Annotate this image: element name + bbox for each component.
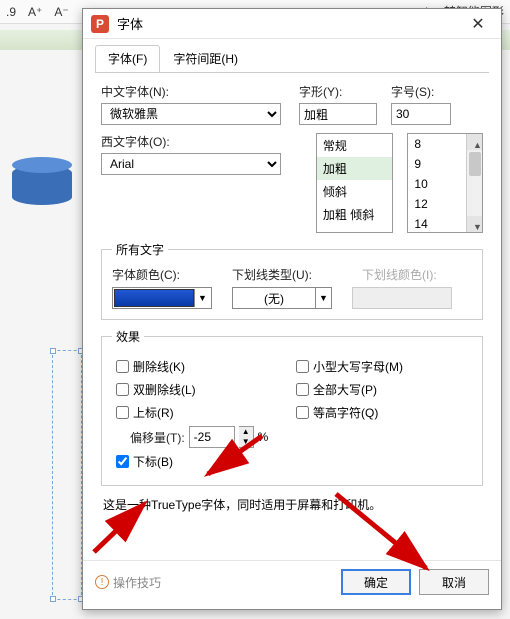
- group-all-text: 所有文字 字体颜色(C): 下划线类型(U): 下划线颜色(I): ▼ (无) …: [101, 241, 483, 320]
- font-color-picker[interactable]: ▼: [112, 287, 212, 309]
- underline-color-picker: [352, 287, 452, 309]
- chk-allcaps[interactable]: 全部大写(P): [292, 380, 403, 399]
- label-style: 字形(Y):: [299, 83, 391, 100]
- annotation-arrow-3: [330, 490, 440, 580]
- size-input[interactable]: [391, 103, 451, 125]
- info-icon: !: [95, 575, 109, 589]
- chevron-down-icon[interactable]: ▼: [315, 288, 331, 308]
- label-cn-font: 中文字体(N):: [101, 83, 299, 100]
- label-west-font: 西文字体(O):: [101, 133, 298, 150]
- annotation-arrow-2: [88, 498, 158, 558]
- underline-type-select[interactable]: (无) ▼: [232, 287, 332, 309]
- size-list-scrollbar[interactable]: ▲ ▼: [466, 134, 482, 232]
- label-font-color: 字体颜色(C):: [112, 266, 232, 283]
- scroll-down-icon[interactable]: ▼: [467, 216, 483, 232]
- group-effects: 效果 删除线(K) 双删除线(L) 上标(R) 偏移量(T): ▲▼ % 下标(…: [101, 328, 483, 486]
- legend-all-text: 所有文字: [112, 241, 168, 258]
- tab-strip: 字体(F) 字符间距(H): [95, 45, 489, 73]
- annotation-arrow-1: [198, 432, 268, 482]
- west-font-select[interactable]: Arial: [101, 153, 281, 175]
- scroll-up-icon[interactable]: ▲: [467, 134, 483, 150]
- titlebar: P 字体 ✕: [83, 9, 501, 39]
- background-selection-box: [52, 350, 82, 600]
- chk-strikethrough[interactable]: 删除线(K): [112, 357, 292, 376]
- app-icon: P: [91, 15, 109, 33]
- label-offset: 偏移量(T):: [130, 429, 185, 446]
- size-list[interactable]: 8 9 10 12 14 ▲ ▼: [407, 133, 483, 233]
- chk-smallcaps[interactable]: 小型大写字母(M): [292, 357, 403, 376]
- cn-font-select[interactable]: 微软雅黑: [101, 103, 281, 125]
- label-size: 字号(S):: [391, 83, 434, 100]
- chevron-down-icon[interactable]: ▼: [194, 289, 210, 307]
- label-underline-type: 下划线类型(U):: [232, 266, 362, 283]
- chk-equalheight[interactable]: 等高字符(Q): [292, 403, 403, 422]
- color-swatch: [114, 289, 194, 307]
- chk-dbl-strikethrough[interactable]: 双删除线(L): [112, 380, 292, 399]
- background-shape-cylinder: [12, 165, 72, 205]
- legend-effects: 效果: [112, 328, 144, 345]
- style-list[interactable]: 常规 加粗 倾斜 加粗 倾斜: [316, 133, 394, 233]
- tab-spacing[interactable]: 字符间距(H): [160, 45, 251, 72]
- dialog-title: 字体: [117, 14, 143, 33]
- style-input[interactable]: [299, 103, 377, 125]
- form-area: 中文字体(N): 字形(Y): 字号(S): 微软雅黑 西文字体(O): Ari…: [83, 73, 501, 523]
- label-underline-color: 下划线颜色(I):: [362, 266, 437, 283]
- tab-font[interactable]: 字体(F): [95, 45, 160, 72]
- chk-superscript[interactable]: 上标(R): [112, 403, 292, 422]
- close-icon[interactable]: ✕: [463, 12, 493, 36]
- tips-link[interactable]: ! 操作技巧: [95, 574, 161, 591]
